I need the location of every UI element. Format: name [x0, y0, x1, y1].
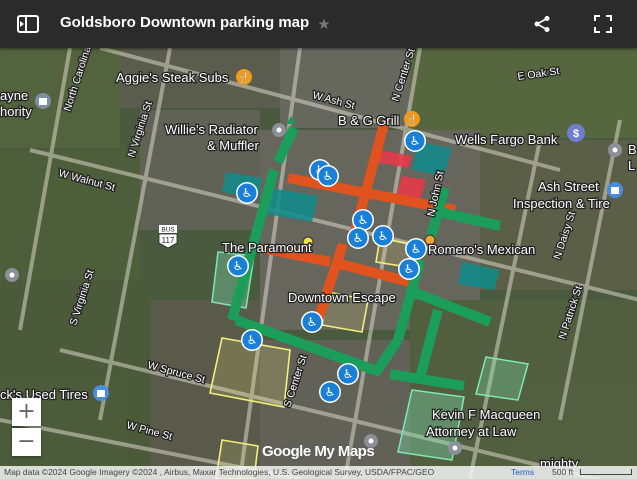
- label-romeros[interactable]: Romero's Mexican: [427, 241, 537, 259]
- terms-link[interactable]: Terms: [511, 466, 534, 479]
- google-my-maps-logo: Google My Maps: [262, 443, 375, 460]
- label-edge-b[interactable]: B: [627, 141, 637, 159]
- fullscreen-icon[interactable]: [591, 12, 615, 36]
- satellite-map[interactable]: ♿ ♿ ♿ ♿ ♿ ♿ ♿ ♿ ♿ ♿ ♿ ♿ ♿ ♿ 🍴 🍴 $ BUS: [0, 0, 637, 479]
- place-pin-icon[interactable]: [5, 268, 19, 282]
- accessible-pin[interactable]: ♿: [301, 311, 323, 333]
- accessible-pin[interactable]: ♿: [372, 225, 394, 247]
- restaurant-icon[interactable]: 🍴: [404, 111, 420, 127]
- label-willies-2[interactable]: & Muffler: [206, 137, 261, 155]
- label-bg-grill[interactable]: B & G Grill: [337, 112, 401, 130]
- label-the-paramount[interactable]: The Paramount: [221, 239, 313, 257]
- accessible-pin[interactable]: ♿: [404, 130, 426, 152]
- route-shield-bus: BUS: [161, 227, 175, 234]
- route-shield-number: 117: [162, 236, 175, 245]
- map-header: Goldsboro Downtown parking map ★: [0, 0, 637, 48]
- label-ash-street-2[interactable]: Inspection & Tire: [512, 195, 611, 213]
- accessible-pin[interactable]: ♿: [241, 329, 263, 351]
- label-wayne-1[interactable]: ayne: [0, 87, 29, 105]
- svg-text:♿: ♿: [233, 259, 244, 273]
- svg-text:♿: ♿: [410, 134, 421, 148]
- accessible-pin[interactable]: ♿: [347, 227, 369, 249]
- label-ash-street-1[interactable]: Ash Street: [537, 178, 601, 196]
- share-icon[interactable]: [530, 12, 554, 36]
- accessible-pin[interactable]: ♿: [236, 182, 258, 204]
- svg-text:♿: ♿: [343, 367, 354, 381]
- svg-text:♿: ♿: [325, 385, 336, 399]
- label-wells-fargo[interactable]: Wells Fargo Bank: [454, 131, 559, 149]
- label-kevin-2[interactable]: Attorney at Law: [425, 423, 518, 441]
- attribution-text: Map data ©2024 Google Imagery ©2024 , Ai…: [4, 467, 435, 477]
- svg-text:♿: ♿: [378, 229, 389, 243]
- svg-text:♿: ♿: [307, 315, 318, 329]
- accessible-pin[interactable]: ♿: [227, 255, 249, 277]
- svg-text:$: $: [573, 128, 579, 140]
- accessible-pin[interactable]: ♿: [337, 363, 359, 385]
- scale-bar: [580, 469, 632, 475]
- svg-text:♿: ♿: [404, 262, 415, 276]
- place-pin-icon[interactable]: [608, 143, 622, 157]
- svg-text:♿: ♿: [323, 169, 334, 183]
- zoom-out-button[interactable]: −: [12, 428, 41, 456]
- accessible-pin[interactable]: ♿: [405, 238, 427, 260]
- label-wayne-2[interactable]: hority: [0, 103, 34, 121]
- map-title: Goldsboro Downtown parking map: [60, 14, 310, 31]
- svg-text:♿: ♿: [358, 213, 369, 227]
- label-downtown-escape[interactable]: Downtown Escape: [287, 289, 397, 307]
- side-panel-icon[interactable]: [16, 12, 40, 36]
- svg-text:🍴: 🍴: [238, 71, 250, 84]
- government-icon[interactable]: [35, 93, 51, 109]
- place-pin-icon[interactable]: [448, 441, 462, 455]
- restaurant-icon[interactable]: 🍴: [236, 69, 252, 85]
- shopping-icon[interactable]: [93, 385, 109, 401]
- bank-icon[interactable]: $: [567, 124, 585, 142]
- parking-lot-lightgreen-2[interactable]: [475, 356, 529, 401]
- accessible-pin[interactable]: ♿: [398, 258, 420, 280]
- accessible-pin[interactable]: ♿: [319, 381, 341, 403]
- accessible-pin[interactable]: ♿: [317, 165, 339, 187]
- label-aggies[interactable]: Aggie's Steak Subs: [115, 69, 230, 87]
- label-willies-1[interactable]: Willie's Radiator: [164, 121, 260, 139]
- svg-text:♿: ♿: [242, 186, 253, 200]
- star-icon[interactable]: ★: [312, 12, 336, 36]
- svg-text:♿: ♿: [411, 242, 422, 256]
- svg-text:♿: ♿: [247, 333, 258, 347]
- svg-text:♿: ♿: [353, 231, 364, 245]
- zoom-in-button[interactable]: +: [12, 398, 41, 426]
- label-edge-l[interactable]: L: [627, 157, 637, 175]
- attribution-bar: Map data ©2024 Google Imagery ©2024 , Ai…: [0, 466, 637, 479]
- place-pin-icon[interactable]: [272, 123, 286, 137]
- svg-text:🍴: 🍴: [406, 113, 418, 126]
- route-shield: BUS 117: [158, 225, 178, 249]
- scale-label: 500 ft: [552, 467, 574, 477]
- label-kevin-1[interactable]: Kevin F Macqueen: [431, 406, 542, 424]
